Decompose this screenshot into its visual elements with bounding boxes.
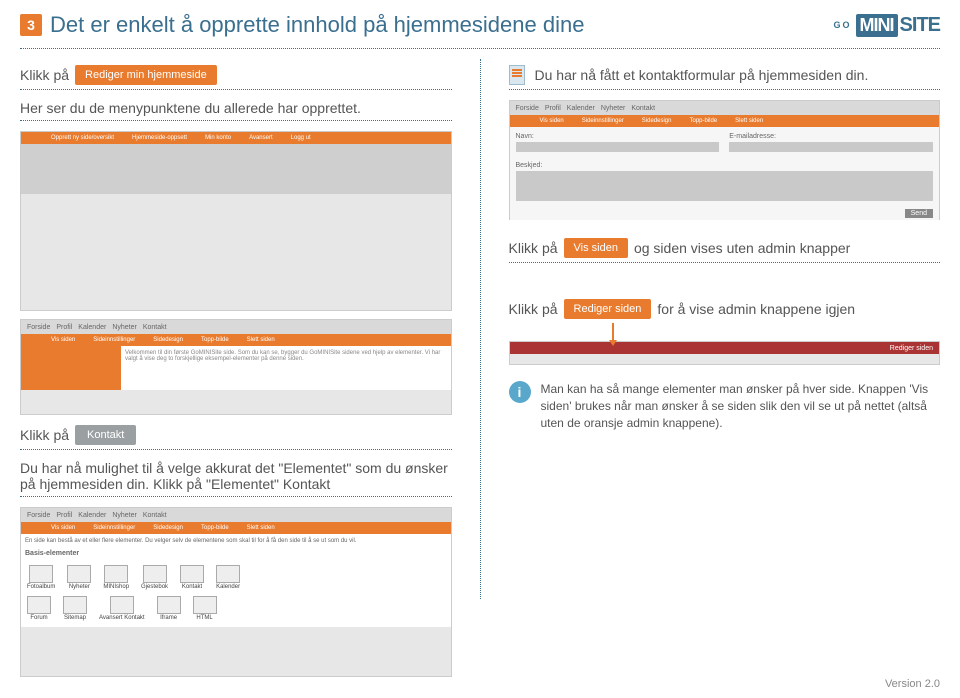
form-input [516, 142, 720, 152]
element-tile: HTML [193, 596, 217, 621]
dotted-divider [509, 262, 941, 263]
element-tile: Kontakt [180, 565, 204, 590]
header-divider [20, 48, 940, 49]
ss-tab: Nyheter [601, 105, 626, 112]
right-line3-prefix: Klikk på [509, 301, 558, 317]
ss-label: Sideinnstillinger [93, 337, 135, 343]
ss-label: Topp-bilde [689, 118, 717, 124]
footer-version: Version 2.0 [885, 678, 940, 690]
left-line4: Du har nå mulighet til å velge akkurat d… [20, 460, 448, 492]
document-icon [509, 65, 525, 85]
ss-label: Vis siden [540, 118, 564, 124]
ss-tab: Kontakt [143, 324, 167, 331]
element-tile: Avansert Kontakt [99, 596, 145, 621]
ss-label: Avansert [249, 135, 273, 141]
info-icon: i [509, 381, 531, 403]
ss-label: Sideinnstillinger [582, 118, 624, 124]
form-label-email: E-mailadresse: [729, 133, 933, 140]
ss-label: Slett siden [247, 525, 275, 531]
ss-label: Opprett ny side/oversikt [51, 135, 114, 141]
dotted-divider [20, 89, 452, 90]
ss-tab: Profil [56, 512, 72, 519]
dotted-divider [20, 496, 452, 497]
ss-tab: Profil [545, 105, 561, 112]
ss-tab: Nyheter [112, 324, 137, 331]
element-tile: Fotoalbum [27, 565, 55, 590]
info-text: Man kan ha så mange elementer man ønsker… [541, 381, 941, 431]
ss-tab: Kalender [78, 324, 106, 331]
logo: GO MINI SITE [834, 14, 940, 37]
form-label-name: Navn: [516, 133, 720, 140]
element-tile: Forum [27, 596, 51, 621]
ss-label: Hjemmeside-oppsett [132, 135, 187, 141]
form-textarea [516, 171, 934, 201]
ss-tab: Kontakt [143, 512, 167, 519]
ss-tab: Forside [27, 324, 50, 331]
screenshot-red-bar: Rediger siden [509, 341, 941, 365]
dotted-divider [509, 89, 941, 90]
ss-label: Sidedesign [153, 337, 183, 343]
left-line3-prefix: Klikk på [20, 427, 69, 443]
arrow-down-icon [612, 323, 614, 341]
ss-tab: Kalender [567, 105, 595, 112]
ss-label: Logg ut [291, 135, 311, 141]
ss-label: Slett siden [247, 337, 275, 343]
ss-tab: Nyheter [112, 512, 137, 519]
element-tile: Sitemap [63, 596, 87, 621]
dotted-divider [20, 449, 452, 450]
ss-intro: En side kan bestå av et eller flere elem… [21, 534, 451, 548]
step-badge: 3 [20, 14, 42, 36]
logo-mini: MINI [856, 14, 898, 37]
ss-tab: Forside [516, 105, 539, 112]
element-tile: Gjestebok [141, 565, 168, 590]
ss-basis-heading: Basis-elementer [21, 548, 451, 559]
ss-label: Sideinnstillinger [93, 525, 135, 531]
form-send-button: Send [905, 209, 933, 218]
column-divider [480, 59, 481, 599]
ss-label: Topp-bilde [201, 525, 229, 531]
element-tile: Kalender [216, 565, 240, 590]
ss-tab: Kontakt [631, 105, 655, 112]
left-line1-prefix: Klikk på [20, 67, 69, 83]
rediger-siden-button[interactable]: Rediger siden [564, 299, 652, 319]
ss-tab: Forside [27, 512, 50, 519]
ss-tab: Profil [56, 324, 72, 331]
ss-label: Vis siden [51, 525, 75, 531]
ss-tab: Kalender [78, 512, 106, 519]
screenshot-admin-toolbar: Opprett ny side/oversikt Hjemmeside-opps… [20, 131, 452, 311]
vis-siden-button[interactable]: Vis siden [564, 238, 628, 258]
ss-label: Topp-bilde [201, 337, 229, 343]
ss-label: Slett siden [735, 118, 763, 124]
left-line2: Her ser du de menypunktene du allerede h… [20, 100, 361, 116]
ss-label: Vis siden [51, 337, 75, 343]
dotted-divider [20, 120, 452, 121]
right-line2-suffix: og siden vises uten admin knapper [634, 240, 850, 256]
ss-label: Min konto [205, 135, 231, 141]
right-line3-suffix: for å vise admin knappene igjen [657, 301, 855, 317]
rediger-siden-bar-label: Rediger siden [890, 345, 933, 352]
page-title: Det er enkelt å opprette innhold på hjem… [50, 12, 834, 38]
screenshot-page-editor: Forside Profil Kalender Nyheter Kontakt … [20, 319, 452, 415]
ss-label: Sidedesign [153, 525, 183, 531]
right-line2-prefix: Klikk på [509, 240, 558, 256]
edit-homepage-button[interactable]: Rediger min hjemmeside [75, 65, 217, 85]
ss-welcome-text: Velkommen til din første GoMINISite side… [121, 346, 451, 390]
kontakt-tab-button[interactable]: Kontakt [75, 425, 136, 445]
right-line1: Du har nå fått et kontaktformular på hje… [535, 67, 869, 83]
screenshot-elements-picker: Forside Profil Kalender Nyheter Kontakt … [20, 507, 452, 677]
logo-go: GO [834, 20, 852, 30]
element-tile: Iframe [157, 596, 181, 621]
ss-label: Sidedesign [642, 118, 672, 124]
form-input [729, 142, 933, 152]
form-label-message: Beskjed: [516, 162, 934, 169]
screenshot-contact-form: Forside Profil Kalender Nyheter Kontakt … [509, 100, 941, 220]
element-tile: MINIshop [103, 565, 129, 590]
logo-site: SITE [900, 14, 940, 37]
element-tile: Nyheter [67, 565, 91, 590]
